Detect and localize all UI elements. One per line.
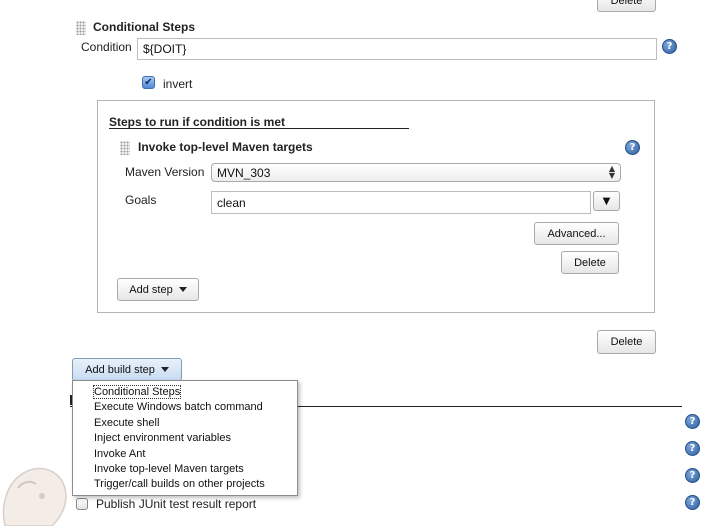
condition-label: Condition	[81, 40, 132, 54]
caret-down-icon	[178, 287, 187, 292]
steps-section-title: Steps to run if condition is met	[109, 115, 286, 129]
help-icon[interactable]: ?	[625, 140, 640, 155]
goals-input[interactable]: clean	[211, 191, 591, 214]
help-icon[interactable]: ?	[685, 468, 700, 483]
menu-item-execute-windows-batch[interactable]: Execute Windows batch command	[73, 400, 297, 415]
menu-item-label: Invoke top-level Maven targets	[94, 462, 244, 475]
help-icon[interactable]: ?	[662, 39, 677, 54]
maven-version-label: Maven Version	[125, 165, 205, 179]
menu-item-invoke-maven[interactable]: Invoke top-level Maven targets	[73, 462, 297, 477]
menu-item-label: Execute shell	[94, 416, 160, 429]
checkmark-icon: ✔	[144, 76, 153, 88]
drag-handle-icon[interactable]	[76, 21, 86, 35]
advanced-button[interactable]: Advanced...	[534, 222, 619, 245]
menu-item-label: Conditional Steps	[92, 385, 182, 399]
menu-item-trigger-builds[interactable]: Trigger/call builds on other projects	[73, 477, 297, 492]
menu-item-label: Invoke Ant	[94, 447, 146, 460]
menu-item-inject-env-vars[interactable]: Inject environment variables	[73, 431, 297, 446]
menu-item-label: Inject environment variables	[94, 432, 231, 445]
menu-item-execute-shell[interactable]: Execute shell	[73, 416, 297, 431]
maven-step-title: Invoke top-level Maven targets	[138, 140, 313, 154]
publish-junit-checkbox[interactable]	[76, 498, 88, 510]
conditional-steps-title: Conditional Steps	[93, 20, 195, 34]
chevron-down-icon: ▼	[602, 195, 611, 207]
help-icon[interactable]: ?	[685, 495, 700, 510]
add-step-button[interactable]: Add step	[117, 278, 199, 301]
maven-delete-button[interactable]: Delete	[561, 251, 619, 274]
add-build-step-button[interactable]: Add build step	[72, 358, 182, 381]
help-icon[interactable]: ?	[685, 414, 700, 429]
select-arrows-icon: ▲ ▼	[608, 164, 615, 180]
maven-version-select[interactable]: MVN_303 ▲ ▼	[211, 163, 621, 182]
goals-label: Goals	[125, 193, 157, 207]
top-delete-button[interactable]: Delete	[597, 0, 656, 12]
condition-input[interactable]: ${DOIT}	[137, 38, 657, 60]
menu-item-invoke-ant[interactable]: Invoke Ant	[73, 447, 297, 462]
add-build-step-label: Add build step	[85, 363, 155, 376]
add-step-label: Add step	[129, 283, 173, 296]
help-icon[interactable]: ?	[685, 441, 700, 456]
menu-item-label: Execute Windows batch command	[94, 401, 263, 414]
caret-down-icon	[160, 367, 169, 372]
jenkins-mascot-icon	[2, 467, 67, 526]
menu-item-conditional-steps[interactable]: Conditional Steps	[73, 385, 297, 400]
goals-expand-button[interactable]: ▼	[593, 191, 620, 211]
invert-checkbox[interactable]: ✔	[142, 76, 155, 89]
steps-section-divider	[109, 128, 409, 129]
drag-handle-icon[interactable]	[120, 141, 130, 155]
publish-junit-label: Publish JUnit test result report	[96, 497, 257, 511]
maven-version-value: MVN_303	[217, 165, 271, 180]
menu-item-label: Trigger/call builds on other projects	[94, 478, 265, 491]
invert-label: invert	[163, 77, 193, 91]
add-build-step-menu: Conditional Steps Execute Windows batch …	[72, 380, 298, 496]
conditional-delete-button[interactable]: Delete	[597, 330, 656, 354]
